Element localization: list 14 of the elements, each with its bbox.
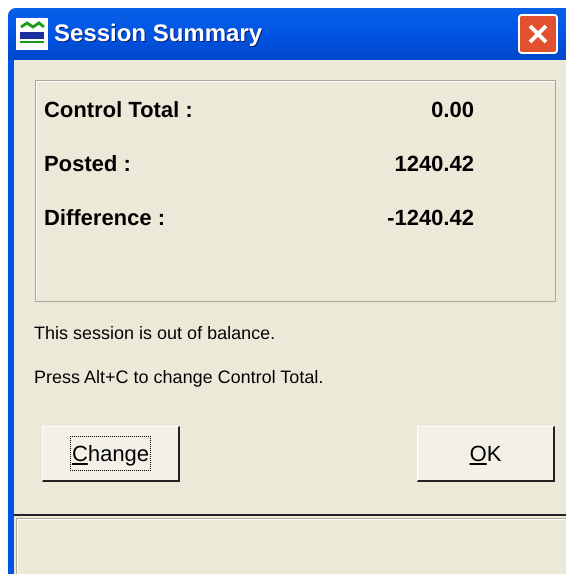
close-button[interactable]: [518, 14, 558, 54]
change-button[interactable]: Change: [42, 426, 180, 482]
window-title: Session Summary: [54, 19, 262, 49]
message-text: This session is out of balance.: [34, 322, 276, 345]
ok-button[interactable]: OK: [417, 426, 555, 482]
summary-label: Posted :: [44, 150, 131, 178]
summary-value: -1240.42: [387, 204, 474, 232]
summary-label: Control Total :: [44, 96, 193, 124]
message-text: Press Alt+C to change Control Total.: [34, 366, 324, 389]
close-icon: [527, 23, 549, 45]
summary-value: 0.00: [431, 96, 474, 124]
summary-value: 1240.42: [394, 150, 474, 178]
app-logo-icon: [16, 18, 48, 50]
summary-label: Difference :: [44, 204, 166, 232]
